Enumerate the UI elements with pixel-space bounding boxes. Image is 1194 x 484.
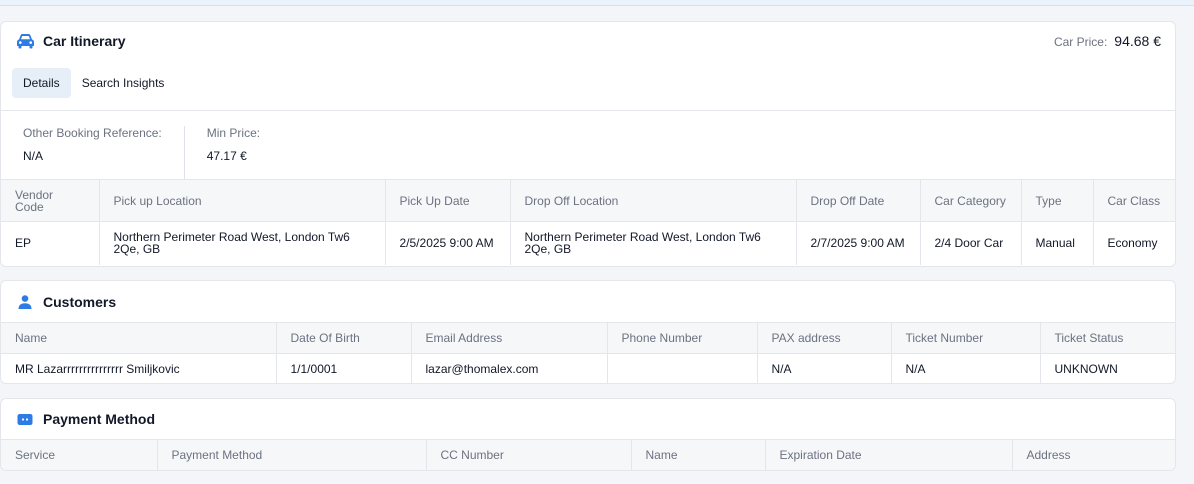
cell-dropoff-date: 2/7/2025 9:00 AM [795, 221, 920, 265]
table-header-row: Vendor Code Pick up Location Pick Up Dat… [1, 179, 1175, 222]
payment-method-table: Service Payment Method CC Number Name Ex… [1, 439, 1175, 470]
col-vendor-code: Vendor Code [1, 179, 99, 222]
table-header-row: Name Date Of Birth Email Address Phone N… [1, 322, 1175, 354]
cell-pickup-location: Northern Perimeter Road West, London Tw6… [98, 221, 385, 265]
col-car-class: Car Class [1092, 179, 1175, 222]
col-type: Type [1020, 179, 1093, 222]
cell-date-of-birth: 1/1/0001 [275, 353, 411, 383]
payment-method-card: Payment Method Service Payment Method CC… [0, 398, 1176, 471]
cell-car-class: Economy [1092, 221, 1175, 265]
car-itinerary-header: Car Itinerary Car Price: 94.68 € [1, 22, 1175, 60]
top-banner-strip [0, 0, 1194, 6]
booking-info: Other Booking Reference: N/A Min Price: … [1, 111, 1175, 179]
col-name: Name [1, 322, 276, 354]
car-itinerary-table: Vendor Code Pick up Location Pick Up Dat… [1, 179, 1175, 265]
col-phone-number: Phone Number [606, 322, 757, 354]
other-booking-reference-label: Other Booking Reference: [23, 126, 162, 140]
other-booking-reference: Other Booking Reference: N/A [1, 126, 184, 179]
col-pickup-location: Pick up Location [98, 179, 385, 222]
tab-search-insights[interactable]: Search Insights [71, 68, 176, 98]
itinerary-tabs: Details Search Insights [1, 60, 1175, 111]
car-icon [15, 31, 35, 51]
car-price: Car Price: 94.68 € [1054, 33, 1161, 49]
col-address: Address [1011, 439, 1175, 470]
col-ticket-number: Ticket Number [890, 322, 1040, 354]
car-itinerary-card: Car Itinerary Car Price: 94.68 € Details… [0, 21, 1176, 267]
col-dropoff-date: Drop Off Date [795, 179, 920, 222]
payment-method-header: Payment Method [1, 399, 1175, 439]
cell-pax-address: N/A [756, 353, 891, 383]
cell-vendor-code: EP [15, 236, 32, 251]
col-payment-method: Payment Method [156, 439, 426, 470]
cell-phone-number [606, 353, 757, 383]
col-pickup-date: Pick Up Date [384, 179, 510, 222]
payment-method-title: Payment Method [43, 411, 156, 427]
min-price-label: Min Price: [206, 126, 261, 140]
col-email-address: Email Address [410, 322, 607, 354]
car-itinerary-title: Car Itinerary [43, 33, 126, 49]
col-service: Service [1, 439, 157, 470]
col-car-category: Car Category [919, 179, 1021, 222]
cell-type: Manual [1020, 221, 1093, 265]
col-ticket-status: Ticket Status [1039, 322, 1175, 354]
table-row: MR Lazarrrrrrrrrrrrrrr Smiljkovic 1/1/00… [1, 353, 1175, 383]
car-price-value: 94.68 € [1114, 33, 1161, 49]
cell-car-category: 2/4 Door Car [919, 221, 1021, 265]
cell-ticket-status: UNKNOWN [1039, 353, 1175, 383]
col-name: Name [630, 439, 765, 470]
customers-card: Customers Name Date Of Birth Email Addre… [0, 280, 1176, 384]
cell-name: MR Lazarrrrrrrrrrrrrrr Smiljkovic [15, 361, 180, 376]
col-dropoff-location: Drop Off Location [509, 179, 796, 222]
user-icon [15, 292, 35, 312]
col-cc-number: CC Number [425, 439, 631, 470]
car-price-label: Car Price: [1053, 35, 1108, 49]
customers-table: Name Date Of Birth Email Address Phone N… [1, 322, 1175, 383]
cell-email-address: lazar@thomalex.com [410, 353, 607, 383]
col-date-of-birth: Date Of Birth [275, 322, 411, 354]
min-price-value: 47.17 € [206, 149, 247, 163]
credit-card-icon [15, 409, 35, 429]
customers-header: Customers [1, 281, 1175, 322]
customers-title: Customers [43, 293, 117, 310]
tab-details[interactable]: Details [12, 68, 71, 98]
cell-ticket-number: N/A [890, 353, 1040, 383]
min-price: Min Price: 47.17 € [183, 126, 282, 179]
col-expiration-date: Expiration Date [764, 439, 1012, 470]
other-booking-reference-value: N/A [23, 149, 44, 163]
table-row: EP Northern Perimeter Road West, London … [1, 221, 1175, 265]
cell-pickup-date: 2/5/2025 9:00 AM [384, 221, 510, 265]
col-pax-address: PAX address [756, 322, 891, 354]
table-header-row: Service Payment Method CC Number Name Ex… [1, 439, 1175, 470]
cell-dropoff-location: Northern Perimeter Road West, London Tw6… [509, 221, 796, 265]
